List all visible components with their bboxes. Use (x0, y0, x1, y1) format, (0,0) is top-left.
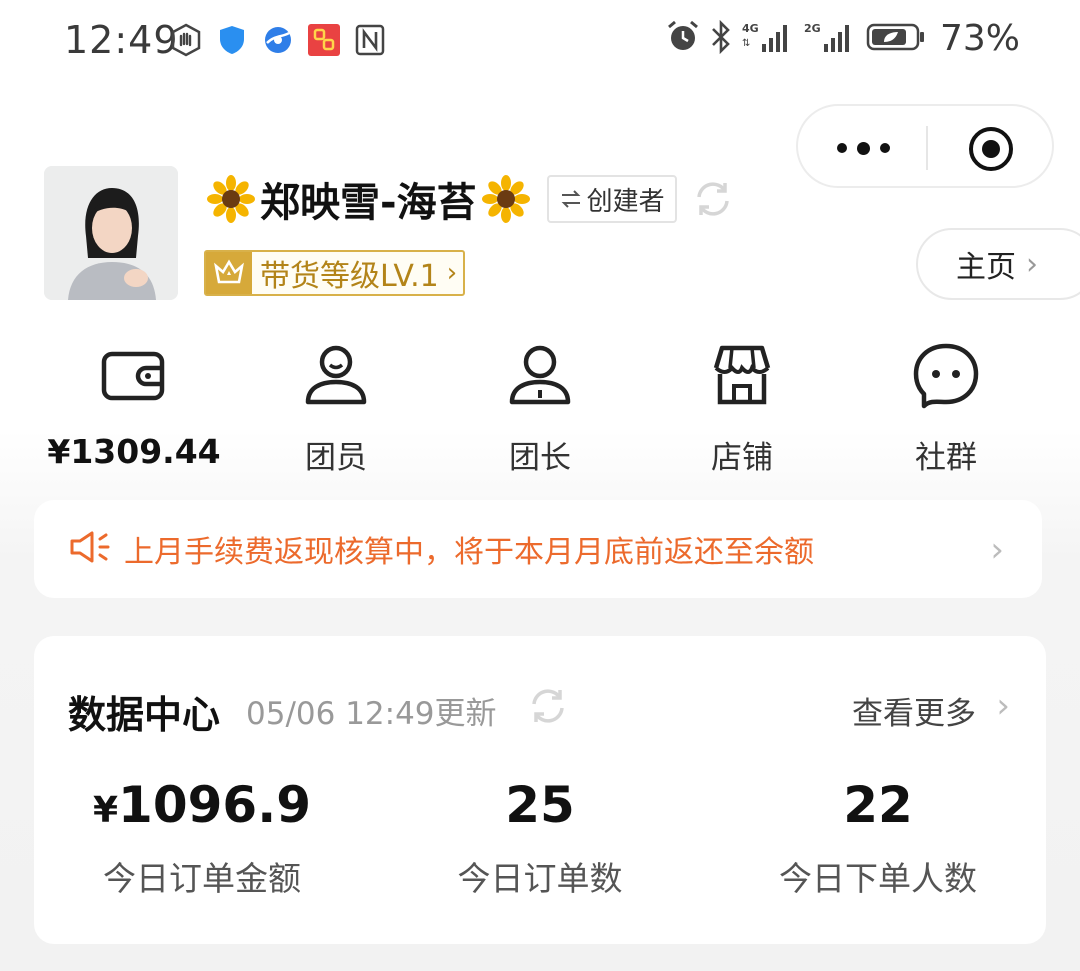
svg-text:2G: 2G (804, 22, 821, 35)
crown-icon (206, 252, 252, 294)
signal-4g-icon: 4G ⇅ (742, 20, 794, 58)
profile-name-row: 郑映雪-海苔 创建者 (206, 170, 737, 228)
svg-text:⇅: ⇅ (742, 38, 750, 49)
leader-icon (509, 345, 571, 405)
bluetooth-icon (710, 19, 732, 58)
status-bar: 12:49 4G ⇅ 2G 73% (0, 0, 1080, 84)
stat-order-count[interactable]: 25 今日订单数 (380, 776, 700, 900)
battery-icon (866, 20, 926, 58)
sunflower-icon (206, 174, 256, 224)
battery-percentage: 73% (939, 18, 1020, 59)
chevron-right-icon: › (446, 258, 458, 288)
app-icon (306, 22, 342, 58)
community-label: 社群 (915, 440, 977, 476)
stat-label: 今日下单人数 (779, 859, 977, 898)
avatar[interactable] (44, 166, 178, 300)
status-icons-right: 4G ⇅ 2G 73% (666, 18, 1020, 59)
chevron-right-icon: › (1026, 246, 1038, 282)
stat-value: ¥1096.9 (42, 776, 362, 834)
view-more-link[interactable]: 查看更多 (852, 688, 976, 733)
currency-symbol: ¥ (92, 790, 119, 831)
balance-amount: ¥1309.44 (47, 432, 221, 471)
alarm-icon (666, 20, 700, 58)
member-icon (305, 345, 367, 405)
data-updated-time: 05/06 12:49更新 (246, 696, 497, 732)
globe-icon (260, 22, 296, 58)
sales-level-label: 带货等级LV.1 (260, 259, 439, 294)
status-icons-left (168, 22, 388, 58)
stat-label: 今日订单数 (457, 859, 623, 898)
order-amount-value: 1096.9 (118, 776, 311, 834)
refresh-icon[interactable] (689, 175, 737, 223)
svg-text:4G: 4G (742, 22, 759, 35)
stat-label: 今日订单金额 (103, 859, 301, 898)
user-name: 郑映雪-海苔 (260, 180, 477, 226)
nfc-icon (352, 22, 388, 58)
shield-icon (214, 22, 250, 58)
leader-label: 团长 (509, 440, 571, 476)
function-grid: ¥1309.44 团员 团长 店铺 社群 (0, 340, 1080, 476)
balance-entry[interactable]: ¥1309.44 (34, 340, 234, 471)
home-button-label: 主页 (956, 250, 1016, 285)
capsule-divider (926, 126, 928, 170)
member-label: 团员 (305, 440, 367, 476)
home-button[interactable]: 主页 › (916, 228, 1080, 300)
sales-level-badge[interactable]: 带货等级LV.1 › (204, 250, 466, 296)
data-center-card: 数据中心 05/06 12:49更新 查看更多 › ¥1096.9 今日订单金额… (34, 636, 1046, 944)
buyer-count-value: 22 (843, 776, 913, 834)
member-entry[interactable]: 团员 (236, 340, 436, 477)
store-icon (713, 345, 771, 405)
more-options-icon[interactable] (828, 126, 898, 170)
stat-order-amount[interactable]: ¥1096.9 今日订单金额 (42, 776, 362, 900)
creator-label: 创建者 (586, 186, 665, 217)
leader-entry[interactable]: 团长 (440, 340, 640, 477)
refresh-icon[interactable] (524, 682, 572, 730)
store-label: 店铺 (711, 440, 773, 476)
sunflower-icon (481, 174, 531, 224)
order-count-value: 25 (505, 776, 575, 834)
close-target-icon[interactable] (966, 124, 1016, 174)
status-time: 12:49 (64, 18, 179, 62)
chevron-right-icon: › (990, 530, 1004, 570)
notice-text: 上月手续费返现核算中，将于本月月底前返还至余额 (124, 535, 814, 570)
chat-icon (913, 343, 979, 409)
mini-program-capsule (796, 104, 1054, 188)
signal-2g-icon: 2G (804, 20, 856, 58)
store-entry[interactable]: 店铺 (642, 340, 842, 477)
speaker-icon (68, 529, 112, 569)
data-center-title: 数据中心 (68, 693, 221, 737)
switch-icon (561, 190, 581, 208)
notice-banner[interactable]: 上月手续费返现核算中，将于本月月底前返还至余额 › (34, 500, 1042, 598)
creator-role-badge[interactable]: 创建者 (546, 175, 677, 223)
chevron-right-icon: › (996, 686, 1010, 726)
wallet-icon (101, 351, 165, 401)
stat-buyer-count[interactable]: 22 今日下单人数 (718, 776, 1038, 900)
hand-shield-icon (168, 22, 204, 58)
community-entry[interactable]: 社群 (846, 340, 1046, 477)
